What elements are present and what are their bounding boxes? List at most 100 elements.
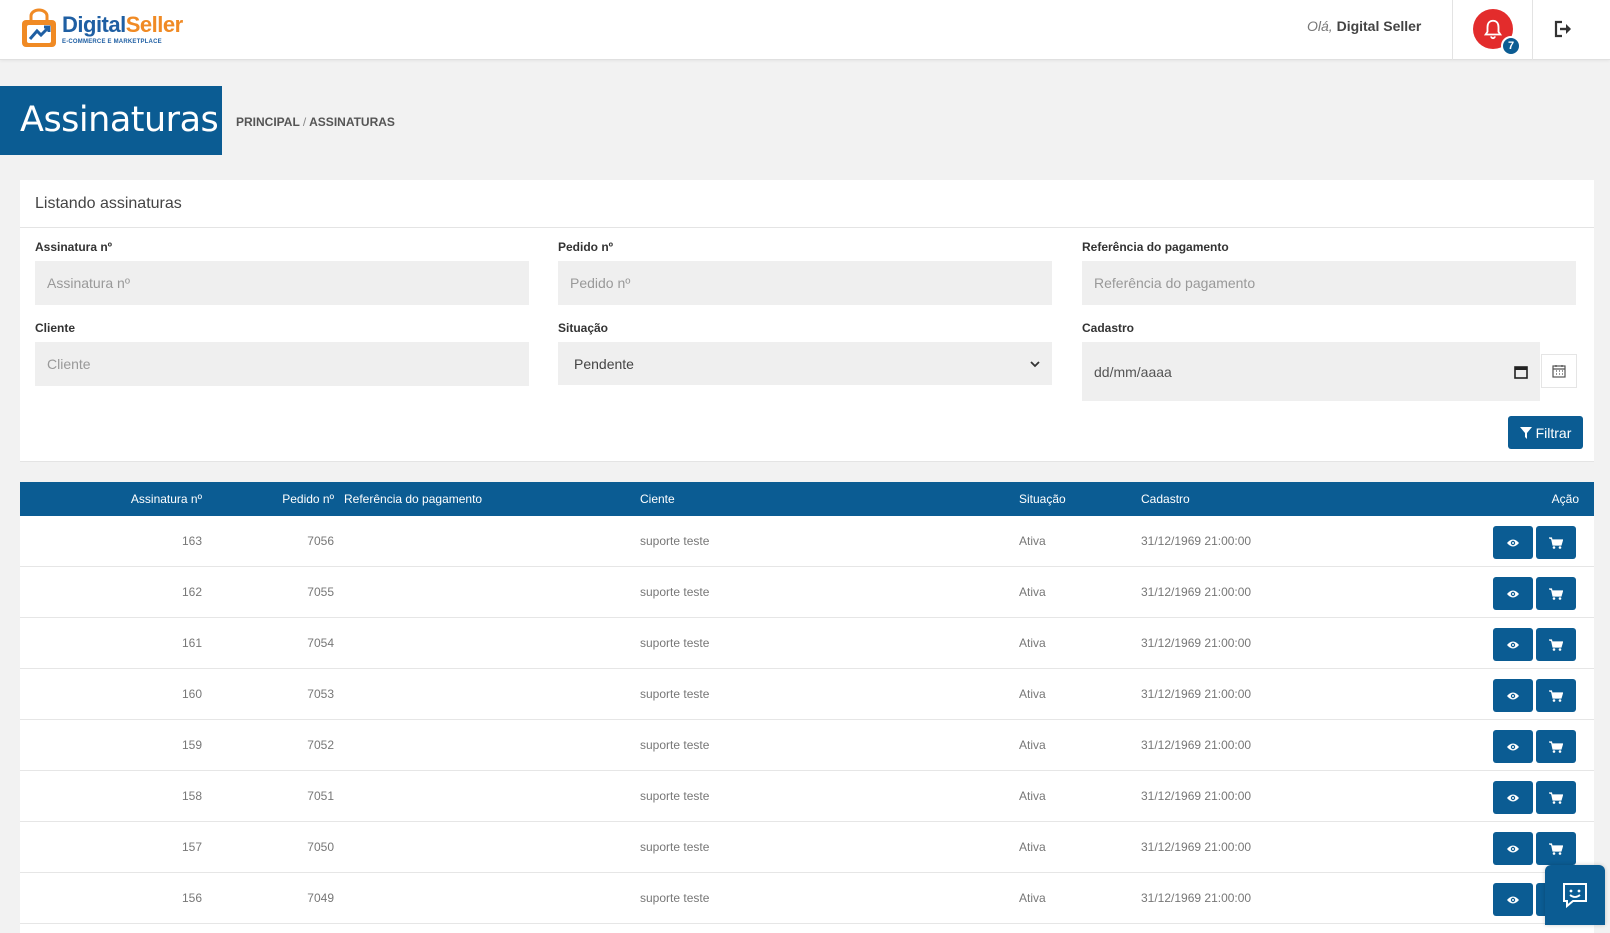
view-button[interactable] bbox=[1493, 628, 1533, 661]
view-button[interactable] bbox=[1493, 832, 1533, 865]
cell-cadastro: 31/12/1969 21:00:00 bbox=[1141, 891, 1252, 905]
view-button[interactable] bbox=[1493, 679, 1533, 712]
cell-cadastro: 31/12/1969 21:00:00 bbox=[1141, 585, 1252, 599]
cell-cadastro: 31/12/1969 21:00:00 bbox=[1141, 636, 1252, 650]
cadastro-date-input[interactable]: dd/mm/aaaa bbox=[1082, 342, 1540, 401]
chevron-down-icon bbox=[1030, 360, 1040, 367]
cart-icon bbox=[1549, 842, 1563, 855]
cell-cliente: suporte teste bbox=[640, 636, 710, 650]
filter-button[interactable]: Filtrar bbox=[1508, 416, 1583, 449]
cell-assinatura: 160 bbox=[181, 687, 202, 701]
eye-icon bbox=[1507, 692, 1519, 699]
situacao-label: Situação bbox=[558, 321, 609, 335]
cell-situacao: Ativa bbox=[1019, 534, 1046, 548]
cell-cliente: suporte teste bbox=[640, 534, 710, 548]
eye-icon bbox=[1507, 641, 1519, 648]
cart-icon bbox=[1549, 587, 1563, 600]
cell-cadastro: 31/12/1969 21:00:00 bbox=[1141, 738, 1252, 752]
pedido-input[interactable]: Pedido nº bbox=[558, 261, 1052, 305]
col-pedido: Pedido nº bbox=[282, 492, 334, 506]
calendar-button[interactable] bbox=[1541, 354, 1577, 388]
cart-icon bbox=[1549, 638, 1563, 651]
eye-icon bbox=[1507, 590, 1519, 597]
cell-situacao: Ativa bbox=[1019, 687, 1046, 701]
order-button[interactable] bbox=[1536, 832, 1576, 865]
view-button[interactable] bbox=[1493, 883, 1533, 916]
assinatura-input[interactable]: Assinatura nº bbox=[35, 261, 529, 305]
logo-subtitle: E-COMMERCE E MARKETPLACE bbox=[62, 38, 162, 45]
situacao-selected-value: Pendente bbox=[574, 355, 634, 372]
situacao-select[interactable]: Pendente bbox=[558, 342, 1052, 385]
order-button[interactable] bbox=[1536, 781, 1576, 814]
table-row: 159 7052 suporte teste Ativa 31/12/1969 21:0… bbox=[20, 720, 1594, 771]
table-row: 161 7054 suporte teste Ativa 31/12/1969 21:0… bbox=[20, 618, 1594, 669]
cart-icon bbox=[1549, 740, 1563, 753]
cell-cliente: suporte teste bbox=[640, 585, 710, 599]
eye-icon bbox=[1507, 539, 1519, 546]
cell-assinatura: 159 bbox=[181, 738, 202, 752]
cell-pedido: 7049 bbox=[307, 891, 334, 905]
assinatura-label: Assinatura nº bbox=[35, 240, 113, 254]
cell-situacao: Ativa bbox=[1019, 789, 1046, 803]
filter-button-label: Filtrar bbox=[1535, 424, 1572, 441]
view-button[interactable] bbox=[1493, 577, 1533, 610]
cell-situacao: Ativa bbox=[1019, 585, 1046, 599]
cell-situacao: Ativa bbox=[1019, 891, 1046, 905]
eye-icon bbox=[1507, 743, 1519, 750]
calendar-icon bbox=[1552, 365, 1566, 378]
cell-cliente: suporte teste bbox=[640, 789, 710, 803]
subscriptions-table: Assinatura nº Pedido nº Referência do pa… bbox=[20, 482, 1594, 933]
filter-icon bbox=[1519, 426, 1532, 439]
pedido-label: Pedido nº bbox=[558, 240, 614, 254]
cell-cadastro: 31/12/1969 21:00:00 bbox=[1141, 789, 1252, 803]
table-header: Assinatura nº Pedido nº Referência do pa… bbox=[20, 482, 1594, 516]
view-button[interactable] bbox=[1493, 526, 1533, 559]
table-row: 158 7051 suporte teste Ativa 31/12/1969 21:0… bbox=[20, 771, 1594, 822]
breadcrumb-home[interactable]: PRINCIPAL bbox=[236, 115, 300, 129]
divider bbox=[20, 461, 1594, 462]
cell-cadastro: 31/12/1969 21:00:00 bbox=[1141, 840, 1252, 854]
cell-pedido: 7052 bbox=[307, 738, 334, 752]
date-picker-icon[interactable] bbox=[1514, 365, 1528, 379]
chat-widget-button[interactable] bbox=[1545, 865, 1605, 925]
referencia-label: Referência do pagamento bbox=[1082, 240, 1229, 254]
cell-assinatura: 156 bbox=[181, 891, 202, 905]
order-button[interactable] bbox=[1536, 628, 1576, 661]
top-header: DigitalSeller E-COMMERCE E MARKETPLACE O… bbox=[0, 0, 1610, 60]
user-greeting: Olá, Digital Seller bbox=[1307, 18, 1422, 34]
cell-situacao: Ativa bbox=[1019, 840, 1046, 854]
cliente-label: Cliente bbox=[35, 321, 76, 335]
cell-pedido: 7053 bbox=[307, 687, 334, 701]
view-button[interactable] bbox=[1493, 730, 1533, 763]
cadastro-placeholder: dd/mm/aaaa bbox=[1094, 363, 1172, 380]
cart-icon bbox=[1549, 689, 1563, 702]
cliente-input[interactable]: Cliente bbox=[35, 342, 529, 386]
cell-assinatura: 157 bbox=[181, 840, 202, 854]
order-button[interactable] bbox=[1536, 577, 1576, 610]
order-button[interactable] bbox=[1536, 526, 1576, 559]
cell-cliente: suporte teste bbox=[640, 891, 710, 905]
logo[interactable]: DigitalSeller E-COMMERCE E MARKETPLACE bbox=[18, 6, 183, 52]
col-cadastro: Cadastro bbox=[1141, 492, 1190, 506]
referencia-input[interactable]: Referência do pagamento bbox=[1082, 261, 1576, 305]
col-assinatura: Assinatura nº bbox=[130, 492, 202, 506]
cell-cadastro: 31/12/1969 21:00:00 bbox=[1141, 687, 1252, 701]
cell-cliente: suporte teste bbox=[640, 738, 710, 752]
order-button[interactable] bbox=[1536, 730, 1576, 763]
logo-bag-icon bbox=[22, 8, 56, 47]
divider bbox=[20, 227, 1594, 228]
col-referencia: Referência do pagamento bbox=[344, 492, 483, 506]
cell-cliente: suporte teste bbox=[640, 840, 710, 854]
eye-icon bbox=[1507, 896, 1519, 903]
panel-title: Listando assinaturas bbox=[35, 195, 182, 212]
table-row: 156 7049 suporte teste Ativa 31/12/1969 21:0… bbox=[20, 873, 1594, 924]
page-title: Assinaturas bbox=[0, 86, 222, 155]
table-row: 160 7053 suporte teste Ativa 31/12/1969 21:0… bbox=[20, 669, 1594, 720]
cell-situacao: Ativa bbox=[1019, 738, 1046, 752]
col-situacao: Situação bbox=[1019, 492, 1066, 506]
order-button[interactable] bbox=[1536, 679, 1576, 712]
cadastro-label: Cadastro bbox=[1082, 321, 1135, 335]
logout-icon[interactable] bbox=[1554, 20, 1574, 38]
view-button[interactable] bbox=[1493, 781, 1533, 814]
header-divider bbox=[1452, 0, 1453, 60]
